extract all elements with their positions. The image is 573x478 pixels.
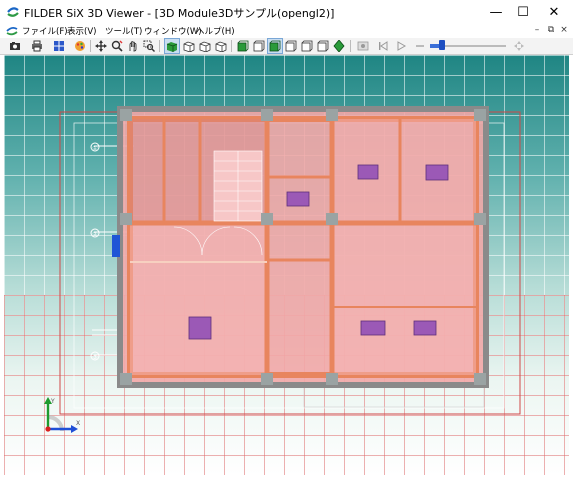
column (474, 373, 486, 385)
y-axis-label: Y (50, 398, 55, 405)
axis-gizmo: Y X (44, 397, 80, 433)
app-logo-icon (7, 7, 19, 17)
z-axis-origin (45, 426, 51, 432)
toolbar-separator (159, 40, 160, 52)
pan-icon[interactable] (126, 39, 140, 53)
mdi-minimize-button[interactable]: – (531, 25, 543, 35)
toolbar-separator (350, 40, 351, 52)
play-icon[interactable] (394, 39, 408, 53)
grid-mark-label: ② (92, 231, 98, 238)
app-window: FILDER SiX 3D Viewer - [3D Module3Dサンプル(… (0, 0, 573, 478)
menu-file[interactable]: ファイル(F) (22, 25, 68, 37)
close-button[interactable]: ✕ (536, 0, 572, 24)
entrance-marker (112, 235, 120, 257)
column (326, 213, 338, 225)
navigate-icon[interactable] (512, 39, 526, 53)
equipment-unit (286, 191, 310, 207)
speed-slider[interactable] (430, 40, 506, 50)
skip-start-icon[interactable] (376, 39, 390, 53)
column (120, 373, 132, 385)
cube-view-4-icon[interactable] (214, 39, 228, 53)
box-view-6-icon[interactable] (316, 39, 330, 53)
column (326, 373, 338, 385)
column (120, 213, 132, 225)
document-icon[interactable] (6, 25, 18, 37)
equipment-unit (413, 320, 437, 336)
column (120, 109, 132, 121)
zoom-in-icon[interactable] (110, 39, 124, 53)
stop-icon[interactable] (413, 39, 427, 53)
grid-view-icon[interactable] (52, 39, 66, 53)
box-view-3-icon[interactable] (267, 38, 283, 54)
toolbar-separator (231, 40, 232, 52)
column (326, 109, 338, 121)
box-view-1-icon[interactable] (236, 39, 250, 53)
diamond-icon[interactable] (332, 39, 346, 53)
box-view-4-icon[interactable] (284, 39, 298, 53)
grid-mark-label: ③ (92, 354, 97, 361)
record-icon[interactable] (356, 39, 370, 53)
slider-thumb[interactable] (439, 40, 445, 50)
menu-window[interactable]: ウィンドウ(W) (144, 25, 202, 37)
menu-tools[interactable]: ツール(T) (105, 25, 142, 37)
toolbar-separator (90, 40, 91, 52)
building-model[interactable]: ① ② ③ (4, 55, 569, 475)
column (474, 109, 486, 121)
column (261, 109, 273, 121)
move-icon[interactable] (94, 39, 108, 53)
room-lower-right (334, 225, 476, 375)
title-block (303, 384, 485, 408)
zoom-window-icon[interactable] (142, 39, 156, 53)
title-bar: FILDER SiX 3D Viewer - [3D Module3Dサンプル(… (0, 0, 573, 24)
column (261, 213, 273, 225)
menu-bar: ファイル(F) 表示(V) ツール(T) ウィンドウ(W) ヘルプ(H) – ⧉… (0, 24, 573, 38)
color-palette-icon[interactable] (73, 39, 87, 53)
column (261, 373, 273, 385)
x-axis-label: X (76, 420, 80, 427)
equipment-unit (425, 164, 449, 181)
3d-viewport[interactable]: ① ② ③ Y X (4, 55, 569, 475)
box-view-5-icon[interactable] (300, 39, 314, 53)
menu-help[interactable]: ヘルプ(H) (196, 25, 235, 37)
equipment-unit (360, 320, 386, 336)
column (474, 213, 486, 225)
room-upper-right (334, 119, 476, 225)
window-title: FILDER SiX 3D Viewer - [3D Module3Dサンプル(… (24, 7, 335, 20)
equipment-unit (188, 316, 212, 340)
cube-view-3-icon[interactable] (198, 39, 212, 53)
cube-view-2-icon[interactable] (182, 39, 196, 53)
mdi-restore-button[interactable]: ⧉ (545, 25, 557, 35)
room-lower-left (130, 225, 265, 375)
staircase (213, 150, 263, 222)
box-view-2-icon[interactable] (252, 39, 266, 53)
print-icon[interactable] (30, 39, 44, 53)
grid-mark-label: ① (92, 145, 97, 152)
camera-icon[interactable] (8, 39, 22, 53)
toolbar (0, 38, 573, 55)
equipment-unit (357, 164, 379, 180)
mdi-close-button[interactable]: × (558, 25, 570, 35)
menu-view[interactable]: 表示(V) (67, 25, 96, 37)
cube-view-1-icon[interactable] (164, 38, 180, 54)
